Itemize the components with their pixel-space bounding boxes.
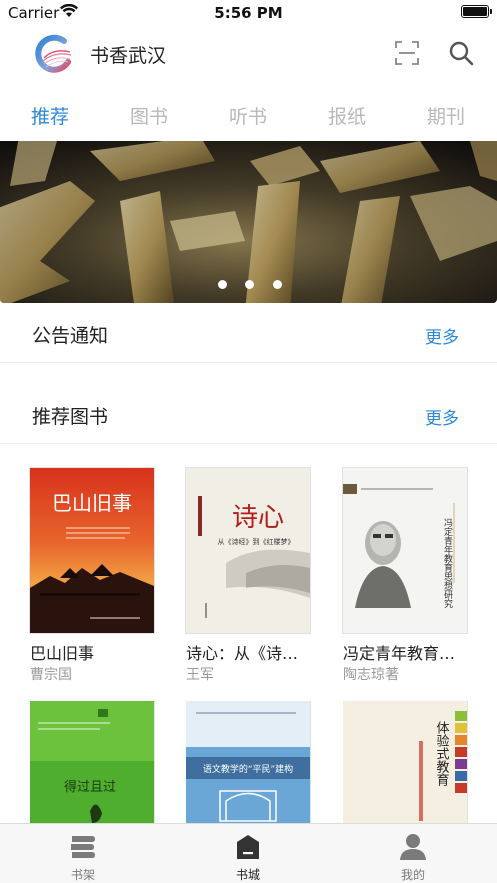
battery-icon [461,5,492,18]
tab-newspapers[interactable]: 报纸 [317,102,377,129]
book-cover[interactable]: 巴山旧事 [30,468,154,633]
carousel-dot-2[interactable] [245,280,254,289]
banner-carousel[interactable] [0,141,497,303]
book-title: 巴山旧事 [30,644,95,663]
cover-title: 语文教学的“平民”建构 [203,763,293,775]
book-item[interactable]: 体验式教育 [343,701,471,823]
tabbar-profile[interactable]: 我的 [363,824,463,883]
book-item[interactable]: 语文教学的“平民”建构 [186,701,314,823]
cover-title: 得过且过 [64,779,116,795]
tab-books[interactable]: 图书 [119,102,179,129]
search-icon[interactable] [447,39,475,67]
cover-title: 巴山旧事 [52,491,132,515]
book-item[interactable]: 诗心 从《诗经》到《红楼梦》 诗心：从《诗… 王军 [186,468,314,688]
cover-title: 冯定青年教育思想研究 [442,518,453,609]
profile-icon [400,834,426,860]
book-author: 曹宗国 [30,667,72,683]
recommended-title: 推荐图书 [32,406,109,428]
book-item[interactable]: 冯定青年教育思想研究 冯定青年教育… 陶志琼著 [343,468,471,688]
book-cover[interactable]: 诗心 从《诗经》到《红楼梦》 [186,468,310,633]
book-item[interactable]: 巴山旧事 巴山旧事 曹宗国 [30,468,158,688]
book-cover[interactable]: 语文教学的“平民”建构 [186,701,310,823]
bookshelf-icon [71,836,95,858]
tabbar-profile-label: 我的 [400,868,425,882]
book-cover[interactable]: 体验式教育 [343,701,467,823]
scan-icon[interactable] [394,40,420,66]
status-bar: Carrier 5:56 PM [0,0,497,26]
tab-audiobooks[interactable]: 听书 [218,102,278,129]
book-title: 诗心：从《诗… [186,644,299,663]
book-item[interactable]: 得过且过 [30,701,158,823]
status-time: 5:56 PM [214,4,283,22]
app-title: 书香武汉 [90,45,167,67]
book-cover[interactable]: 冯定青年教育思想研究 [343,468,467,633]
tab-periodicals[interactable]: 期刊 [416,102,476,129]
app-header: 书香武汉 [0,26,497,82]
announcements-more-link[interactable]: 更多 [425,323,459,348]
section-divider [0,364,497,382]
book-author: 王军 [186,667,214,683]
tabbar-bookstore[interactable]: 书城 [198,824,298,883]
cover-subtitle: 从《诗经》到《红楼梦》 [218,537,295,546]
bottom-tab-bar: 书架 书城 我的 [0,823,497,883]
recommended-header: 推荐图书 更多 [0,384,497,444]
book-author: 陶志琼著 [343,667,399,683]
banner-image [0,141,497,303]
announcements-title: 公告通知 [32,325,109,347]
app-logo-icon [35,34,72,73]
carousel-dot-1[interactable] [218,280,227,289]
bookstore-icon [237,835,259,859]
book-cover[interactable]: 得过且过 [30,701,154,823]
recommended-more-link[interactable]: 更多 [425,404,459,429]
announcements-header: 公告通知 更多 [0,303,497,363]
tabbar-bookstore-label: 书城 [235,868,260,882]
tab-recommended[interactable]: 推荐 [20,102,80,129]
cover-title: 诗心 [232,503,284,533]
carousel-dot-3[interactable] [273,280,282,289]
tabbar-bookshelf[interactable]: 书架 [33,824,133,883]
tabbar-bookshelf-label: 书架 [70,868,95,882]
category-tabs: 推荐 图书 听书 报纸 期刊 [0,96,497,136]
book-title: 冯定青年教育… [343,644,456,663]
cover-title: 体验式教育 [434,721,450,787]
